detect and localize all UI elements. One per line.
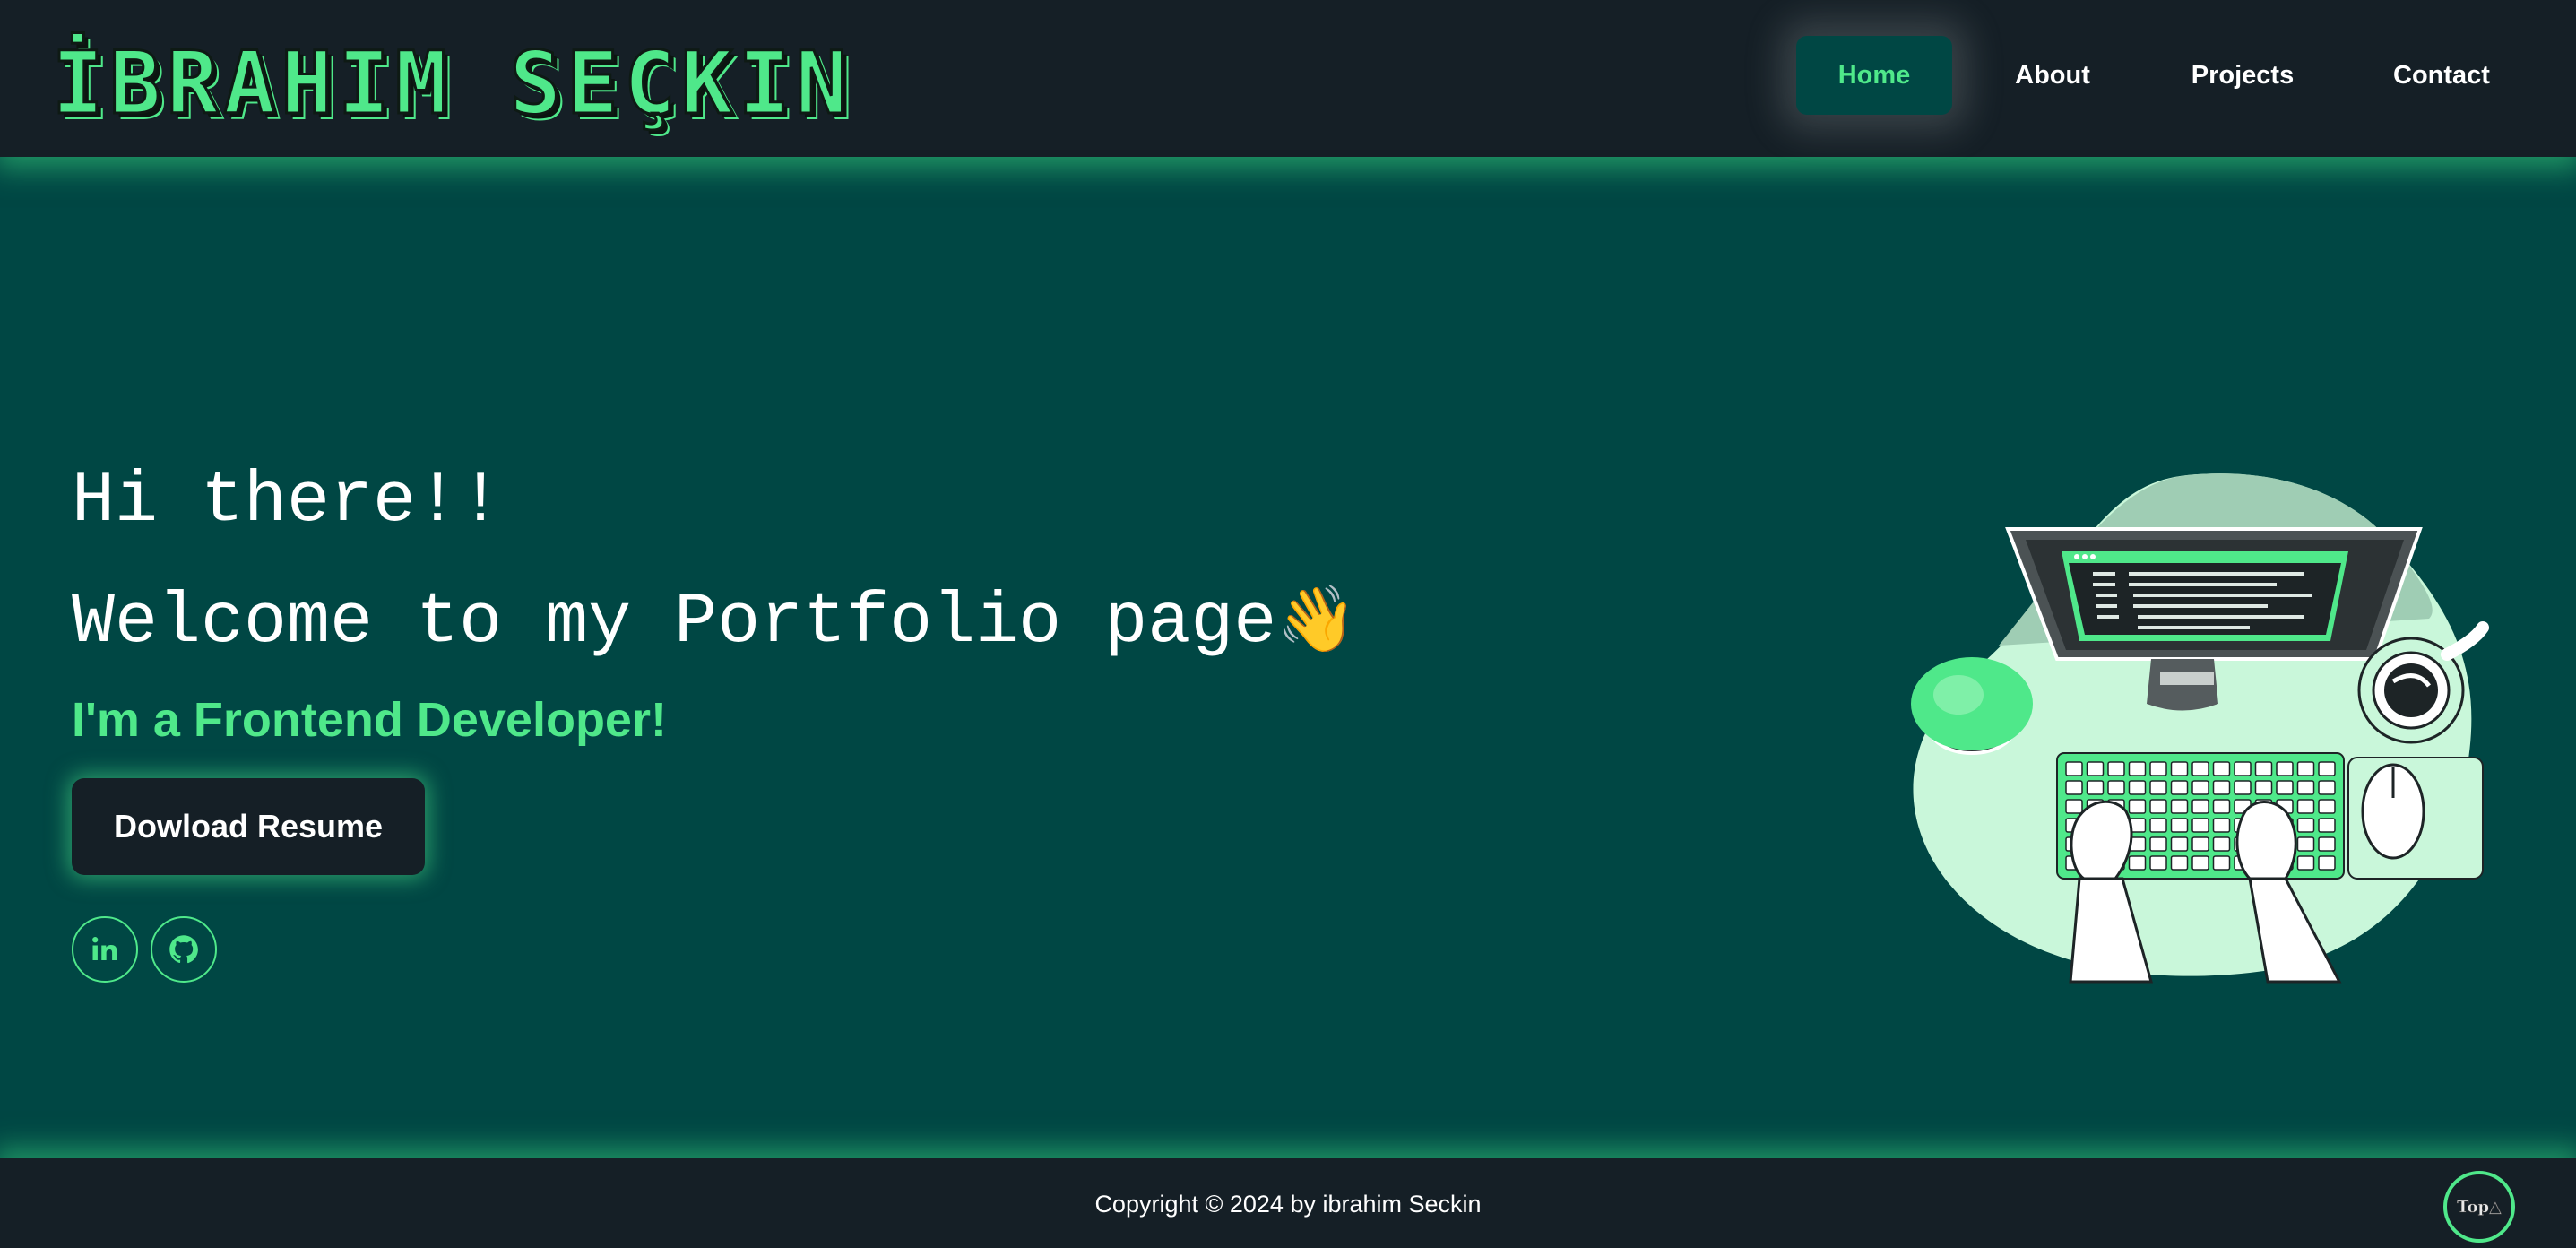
site-header: İBRAHIM SEÇKIN Home About Projects Conta…: [0, 0, 2576, 157]
keyboard-key: [2212, 855, 2231, 871]
keyboard-key: [2170, 799, 2189, 814]
keyboard-key: [2212, 799, 2231, 814]
keyboard-key: [2086, 780, 2105, 795]
keyboard-key: [2296, 836, 2315, 852]
linkedin-link[interactable]: [72, 916, 138, 983]
keyboard-key: [2128, 799, 2147, 814]
keyboard-key: [2149, 836, 2167, 852]
keyboard-key: [2234, 780, 2252, 795]
hero-welcome: Welcome to my Portfolio page👋: [72, 574, 1357, 668]
keyboard-key: [2107, 761, 2125, 776]
keyboard-key: [2212, 761, 2231, 776]
keyboard-key: [2318, 780, 2336, 795]
keyboard-key: [2191, 818, 2209, 833]
keyboard-key: [2296, 780, 2315, 795]
keyboard-key: [2234, 761, 2252, 776]
site-logo[interactable]: İBRAHIM SEÇKIN: [50, 33, 852, 134]
copyright-text: Copyright © 2024 by ibrahim Seckin: [1094, 1191, 1482, 1218]
nav-projects[interactable]: Projects: [2173, 36, 2312, 115]
nav-contact[interactable]: Contact: [2370, 36, 2513, 115]
keyboard-key: [2191, 761, 2209, 776]
keyboard-key: [2065, 799, 2083, 814]
keyboard-key: [2318, 761, 2336, 776]
keyboard-key: [2191, 855, 2209, 871]
back-to-top-button[interactable]: Top△: [2443, 1171, 2515, 1243]
keyboard-key: [2065, 780, 2083, 795]
download-resume-button[interactable]: Dowload Resume: [72, 778, 425, 875]
keyboard-key: [2170, 836, 2189, 852]
keyboard-key: [2212, 836, 2231, 852]
keyboard-key: [2296, 799, 2315, 814]
keyboard-key: [2191, 780, 2209, 795]
keyboard-key: [2276, 761, 2294, 776]
keyboard-key: [2107, 780, 2125, 795]
keyboard-key: [2212, 818, 2231, 833]
keyboard-key: [2170, 780, 2189, 795]
keyboard-key: [2149, 818, 2167, 833]
keyboard-key: [2212, 780, 2231, 795]
back-to-top-label: Top△: [2457, 1197, 2502, 1217]
keyboard-key: [2318, 836, 2336, 852]
keyboard-key: [2149, 799, 2167, 814]
hero-greeting: Hi there!!: [72, 461, 503, 542]
github-icon: [169, 935, 198, 964]
keyboard-key: [2065, 761, 2083, 776]
keyboard-key: [2128, 761, 2147, 776]
keyboard-key: [2149, 855, 2167, 871]
wave-icon: 👋: [1276, 581, 1357, 656]
keyboard-key: [2318, 855, 2336, 871]
keyboard-key: [2149, 761, 2167, 776]
keyboard-key: [2149, 780, 2167, 795]
keyboard-key: [2296, 761, 2315, 776]
developer-illustration: [1911, 473, 2489, 984]
keyboard-key: [2276, 780, 2294, 795]
keyboard-key: [2191, 836, 2209, 852]
keyboard-key: [2318, 799, 2336, 814]
keyboard-key: [2086, 761, 2105, 776]
keyboard-key: [2191, 799, 2209, 814]
keyboard-key: [2128, 780, 2147, 795]
keyboard-key: [2170, 761, 2189, 776]
keyboard-key: [2128, 855, 2147, 871]
hero-role: I'm a Frontend Developer!: [72, 693, 667, 747]
github-link[interactable]: [151, 916, 217, 983]
keyboard-key: [2318, 818, 2336, 833]
keyboard-key: [2296, 855, 2315, 871]
keyboard-key: [2296, 818, 2315, 833]
linkedin-icon: [92, 937, 117, 960]
keyboard-key: [2170, 855, 2189, 871]
keyboard-key: [2254, 780, 2273, 795]
keyboard-key: [2254, 761, 2273, 776]
site-footer: Copyright © 2024 by ibrahim Seckin Top△: [0, 1158, 2576, 1248]
nav-about[interactable]: About: [1990, 36, 2115, 115]
hero-welcome-text: Welcome to my Portfolio page: [72, 582, 1277, 663]
keyboard-key: [2170, 818, 2189, 833]
nav-home[interactable]: Home: [1796, 36, 1952, 115]
